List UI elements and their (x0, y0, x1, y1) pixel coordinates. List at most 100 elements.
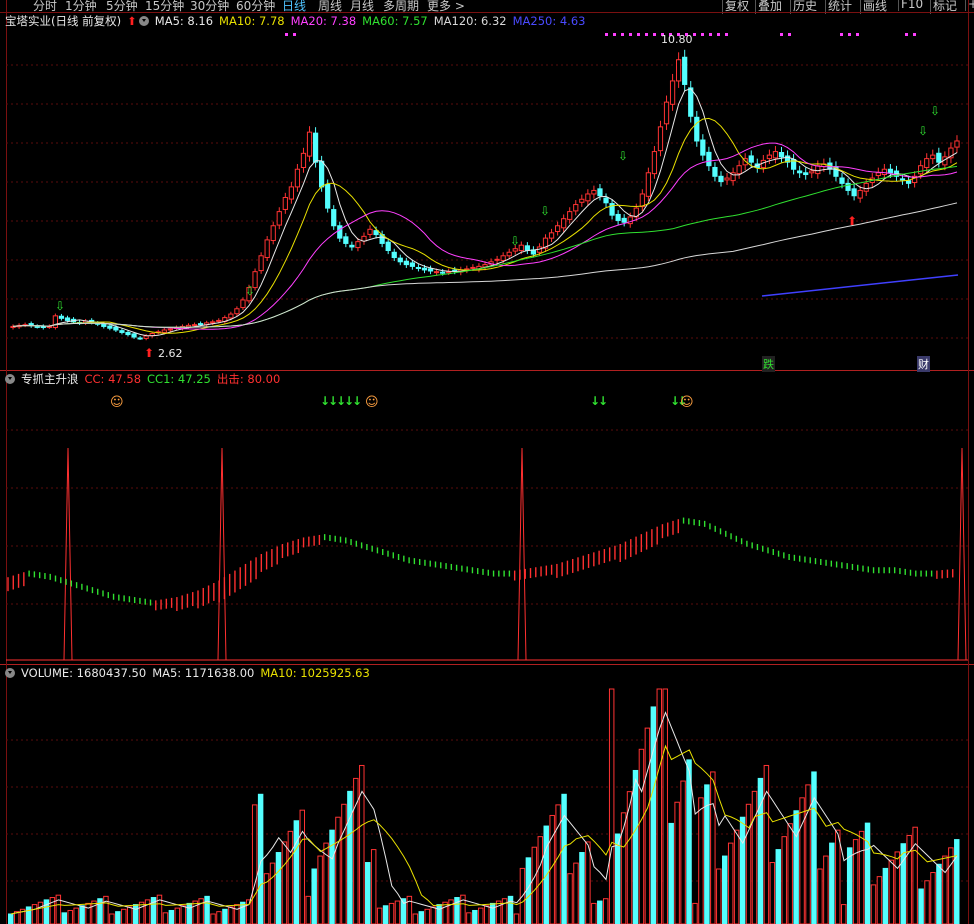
volume-bar (781, 836, 787, 924)
candle-body (421, 267, 428, 271)
candle-body (373, 230, 379, 236)
signal-spike (957, 447, 967, 661)
volume-bar (484, 905, 490, 924)
volume-bar (365, 862, 371, 924)
volume-bar (608, 688, 615, 924)
volume-bar (311, 868, 317, 924)
indicator-toggle-icon[interactable] (5, 373, 15, 384)
candle-body (506, 251, 512, 257)
candle-body (603, 197, 609, 204)
candle-body (645, 172, 651, 197)
volume-bar (930, 872, 936, 924)
volume-bar (103, 895, 109, 924)
candle-body (930, 154, 936, 160)
volume-toggle-icon[interactable] (5, 667, 15, 678)
volume-bar (680, 780, 686, 924)
volume-bar (900, 843, 906, 924)
ma10-line (12, 117, 958, 334)
candle-body (766, 154, 773, 160)
volume-bar (924, 880, 930, 924)
volume-bar (234, 904, 240, 924)
candle-body (470, 266, 476, 269)
toolbar-button-7[interactable]: + (965, 0, 974, 11)
signal-dot (905, 33, 908, 36)
period-bar: 分时 1分钟 5分钟 15分钟 30分钟 60分钟 日线 周线 月线 多周期 更多 > 复权 叠加 历史统… (0, 0, 974, 14)
buy-arrow-icon: ⇩ (918, 124, 928, 138)
candle-body (319, 160, 325, 188)
volume-bar (739, 816, 746, 924)
volume-bar (710, 771, 716, 924)
volume-bar (579, 852, 585, 924)
volume-bar (424, 908, 430, 924)
candle-body (433, 271, 440, 274)
volume-bar (228, 906, 234, 924)
candle-body (228, 313, 234, 319)
signal-dot (637, 33, 640, 36)
volume-bar (870, 884, 877, 924)
settings-toggle-icon[interactable] (138, 15, 149, 26)
volume-bar (811, 771, 817, 924)
candle-body (512, 248, 518, 252)
volume-bar (174, 907, 181, 924)
toolbar-button-5[interactable]: F10 (898, 0, 925, 11)
volume-bar (775, 849, 782, 924)
volume-bar (489, 902, 496, 924)
candle-body (288, 186, 294, 200)
volume-bar (620, 812, 627, 924)
volume-bar (353, 777, 359, 924)
candle-body (579, 198, 585, 203)
volume-bar (954, 839, 960, 924)
die-tag: 跌 (762, 356, 775, 372)
candle-body (427, 268, 434, 272)
volume-bar (31, 904, 38, 924)
volume-bar (829, 842, 835, 924)
candle-body (875, 172, 881, 177)
candle-body (125, 331, 131, 336)
volume-bar (109, 913, 115, 924)
candle-body (851, 188, 857, 197)
high-price-label: 10.80 (661, 33, 693, 46)
volume-bar (436, 904, 442, 924)
candle-body (216, 319, 222, 322)
candle-body (337, 225, 343, 239)
volume-bar (858, 830, 865, 924)
volume-bar (638, 748, 645, 924)
candle-body (887, 168, 894, 174)
candle-body (343, 236, 349, 244)
down-arrow-icon: ↓ (352, 394, 362, 408)
volume-bar (495, 900, 502, 924)
candle-body (167, 328, 173, 331)
volume-bar (644, 727, 651, 924)
candle-body (500, 255, 506, 261)
candle-body (34, 325, 40, 328)
candle-body (567, 211, 573, 220)
candle-body (639, 193, 645, 208)
volume-bar (864, 822, 871, 924)
candle-body (591, 189, 597, 195)
candle-body (270, 225, 276, 242)
volume-bar (757, 777, 764, 924)
candle-body (131, 333, 137, 338)
ma-legend-1: MA10: 7.78 (219, 14, 285, 28)
candle-body (797, 170, 803, 174)
volume-bar (525, 857, 532, 924)
ma-legend-0: MA5: 8.16 (154, 14, 214, 28)
volume-bar (79, 905, 85, 924)
volume-bar (287, 830, 294, 924)
volume-bar (246, 899, 252, 924)
volume-bar (359, 764, 365, 924)
candle-body (161, 329, 167, 333)
volume-bar (591, 902, 597, 924)
candle-body (712, 166, 718, 177)
candle-body (899, 178, 906, 181)
volume-bar (37, 901, 44, 924)
volume-bar (603, 898, 609, 924)
candlestick-chart[interactable]: ⇩⇩⇩⇩⇩⇩⇩⬆⬆ (0, 30, 974, 370)
volume-bar (817, 868, 823, 924)
indicator-chart[interactable]: ↓↓↓↓↓ ↓↓ ↓↓☺ ☺ ☺ (0, 388, 974, 664)
volume-chart[interactable] (0, 684, 974, 924)
volume-bar (448, 899, 454, 924)
volume-bar (799, 797, 805, 924)
candle-body (676, 59, 682, 82)
volume-bar (61, 912, 68, 924)
